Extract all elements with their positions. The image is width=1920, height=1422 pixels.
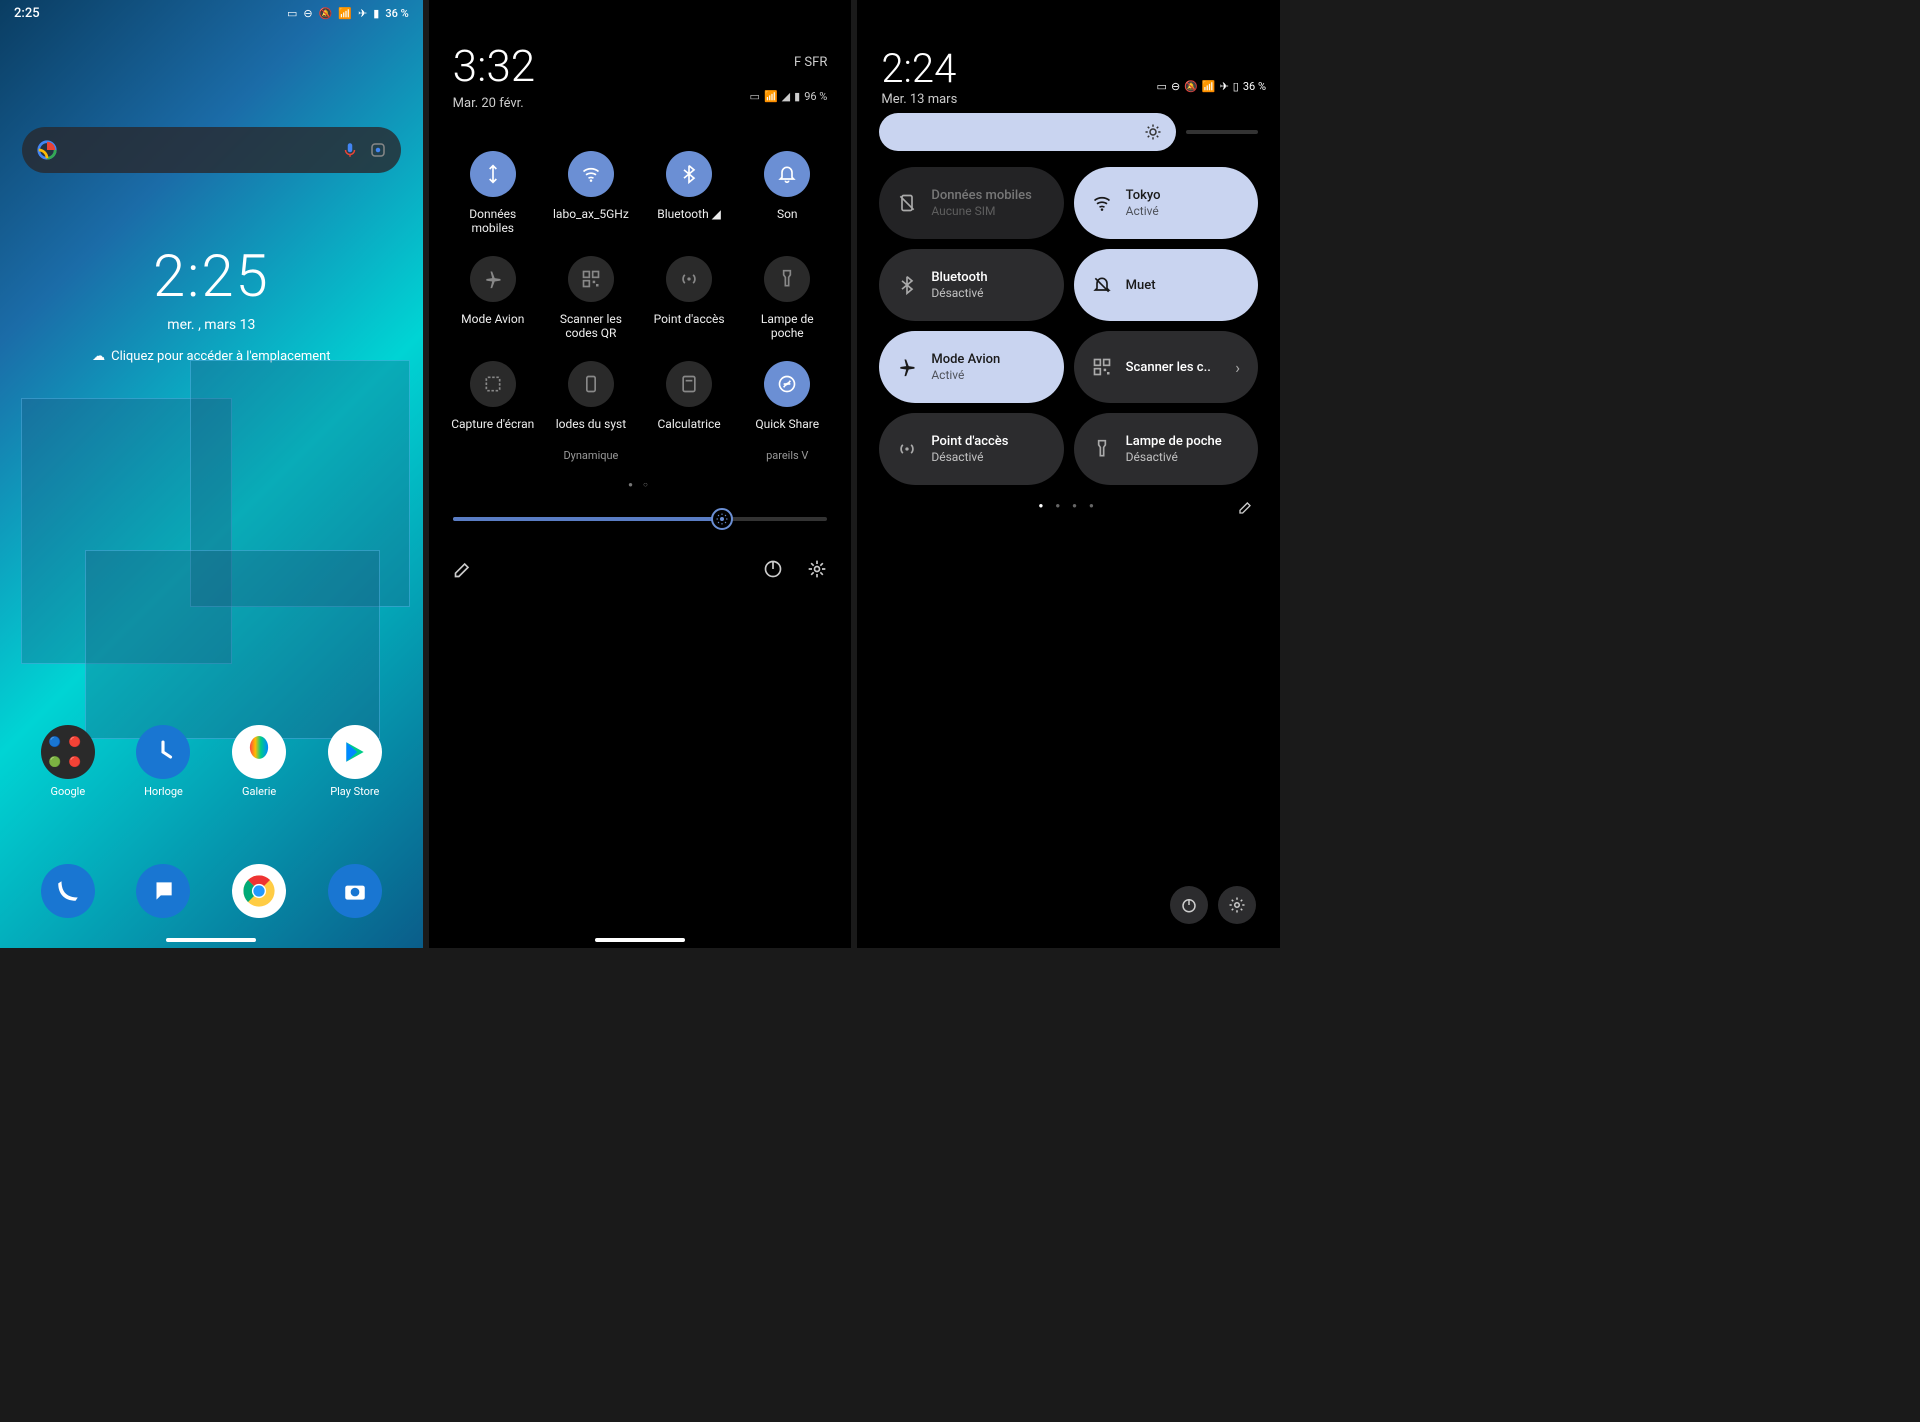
- hotspot-icon: [897, 439, 917, 459]
- camera-icon: [342, 878, 368, 904]
- clock-hand-icon: [148, 737, 178, 767]
- edit-icon[interactable]: [1238, 499, 1254, 515]
- qs-tile-share[interactable]: Quick Sharepareils V: [743, 361, 831, 462]
- chrome-icon: [242, 874, 276, 908]
- app-galerie[interactable]: Galerie: [224, 725, 294, 798]
- brightness-icon: [1144, 123, 1162, 141]
- app-row: 🔵🔴🟢🔴 Google Horloge Galerie Play Store: [0, 725, 423, 798]
- qr-icon: [581, 269, 601, 289]
- tile3-mute[interactable]: Muet: [1074, 249, 1258, 321]
- data-icon: [483, 164, 503, 184]
- quick-settings-old: 3:32 Mar. 20 févr. F SFR ▭📶◢▮96 % Donnée…: [429, 0, 852, 948]
- wifi-icon: [1092, 193, 1112, 213]
- brightness-slider-3[interactable]: [879, 113, 1258, 151]
- bell-icon: [777, 164, 797, 184]
- status-icons-2: ▭📶◢▮96 %: [750, 90, 828, 103]
- mute-icon: [1092, 275, 1112, 295]
- settings-icon[interactable]: [807, 559, 827, 579]
- qs-tile-grid: Données mobileslabo_ax_5GHzBluetooth ◢So…: [429, 121, 852, 472]
- dock-phone[interactable]: [41, 864, 95, 918]
- balloon-icon: [246, 736, 272, 768]
- home-screen: 2:25 ▭ ⊖ 🔕 📶 ✈ ▮ 36 % 2:25 mer. , mars 1…: [0, 0, 423, 948]
- qs-tile-wifi[interactable]: labo_ax_5GHz: [547, 151, 635, 236]
- qs-tile-data[interactable]: Données mobiles: [449, 151, 537, 236]
- qs-tile-torch[interactable]: Lampe de poche: [743, 256, 831, 341]
- qs-tile-phone[interactable]: lodes du systDynamique: [547, 361, 635, 462]
- dock-chrome[interactable]: [232, 864, 286, 918]
- tile3-bt[interactable]: BluetoothDésactivé: [879, 249, 1063, 321]
- power-icon[interactable]: [763, 559, 783, 579]
- qs-tile-calc[interactable]: Calculatrice: [645, 361, 733, 462]
- screenshot-icon: [483, 374, 503, 394]
- edit-icon[interactable]: [453, 559, 473, 579]
- dock-camera[interactable]: [328, 864, 382, 918]
- tile3-hotspot[interactable]: Point d'accèsDésactivé: [879, 413, 1063, 485]
- app-google-folder[interactable]: 🔵🔴🟢🔴 Google: [33, 725, 103, 798]
- torch-icon: [1092, 439, 1112, 459]
- nav-bar[interactable]: [166, 938, 256, 942]
- message-icon: [150, 878, 176, 904]
- hotspot-icon: [679, 269, 699, 289]
- quick-settings-new: 2:24 Mer. 13 mars ▭⊖🔕📶✈▯36 % Données mob…: [857, 0, 1280, 948]
- tile3-wifi[interactable]: TokyoActivé: [1074, 167, 1258, 239]
- page-dots: ● ○: [429, 480, 852, 489]
- bt-icon: [897, 275, 917, 295]
- play-icon: [342, 739, 368, 765]
- nav-bar[interactable]: [595, 938, 685, 942]
- plane-icon: [897, 357, 917, 377]
- calc-icon: [679, 374, 699, 394]
- qs-tile-hotspot[interactable]: Point d'accès: [645, 256, 733, 341]
- wallpaper-cubes: [0, 0, 423, 948]
- qs3-tile-grid: Données mobilesAucune SIMTokyoActivéBlue…: [857, 167, 1280, 485]
- power-button[interactable]: [1170, 886, 1208, 924]
- qs-time: 3:32: [453, 40, 828, 92]
- qr-icon: [1092, 357, 1112, 377]
- tile3-torch[interactable]: Lampe de pocheDésactivé: [1074, 413, 1258, 485]
- chevron-right-icon: ›: [1235, 358, 1240, 377]
- carrier-label: F SFR: [794, 55, 827, 70]
- qs3-date: Mer. 13 mars: [881, 92, 957, 107]
- app-play-store[interactable]: Play Store: [320, 725, 390, 798]
- qs-tile-qr[interactable]: Scanner les codes QR: [547, 256, 635, 341]
- torch-icon: [777, 269, 797, 289]
- dock-messages[interactable]: [136, 864, 190, 918]
- tile3-plane[interactable]: Mode AvionActivé: [879, 331, 1063, 403]
- settings-button[interactable]: [1218, 886, 1256, 924]
- brightness-thumb-icon[interactable]: [711, 508, 733, 530]
- nosim-icon: [897, 193, 917, 213]
- tile3-nosim[interactable]: Données mobilesAucune SIM: [879, 167, 1063, 239]
- share-icon: [777, 374, 797, 394]
- qs-tile-bt[interactable]: Bluetooth ◢: [645, 151, 733, 236]
- qs-tile-bell[interactable]: Son: [743, 151, 831, 236]
- brightness-slider[interactable]: [453, 517, 828, 521]
- tile3-qr[interactable]: Scanner les c..›: [1074, 331, 1258, 403]
- bt-icon: [679, 164, 699, 184]
- qs-tile-plane[interactable]: Mode Avion: [449, 256, 537, 341]
- qs3-time: 2:24: [881, 45, 956, 92]
- page-dots-3: ● ● ● ●: [857, 501, 1280, 510]
- wifi-icon: [581, 164, 601, 184]
- qs-tile-screenshot[interactable]: Capture d'écran: [449, 361, 537, 462]
- plane-icon: [483, 269, 503, 289]
- app-horloge[interactable]: Horloge: [128, 725, 198, 798]
- phone-icon: [581, 374, 601, 394]
- dock: [0, 864, 423, 918]
- phone-icon: [55, 878, 81, 904]
